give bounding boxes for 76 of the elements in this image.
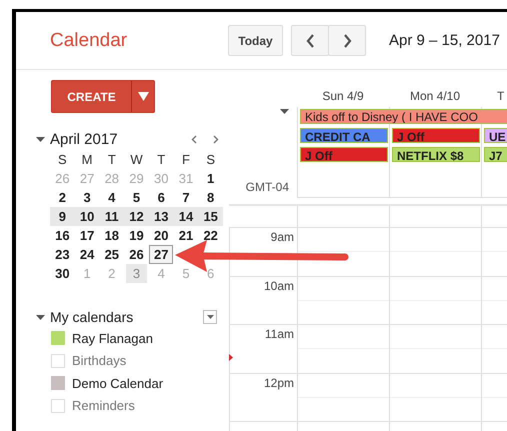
today-date[interactable]: 27	[149, 245, 174, 264]
weekday-label: T	[108, 152, 116, 167]
hour-label: 9am	[270, 230, 294, 244]
caret-down-icon	[206, 315, 214, 319]
event-chip[interactable]: J7	[484, 147, 507, 162]
hour-label: 11am	[264, 327, 294, 341]
date-number[interactable]: 23	[52, 245, 73, 264]
chevron-left-icon	[306, 34, 314, 48]
date-number[interactable]: 18	[102, 226, 122, 245]
create-button[interactable]: CREATE	[51, 80, 132, 113]
today-button[interactable]: Today	[228, 25, 283, 56]
event-chip[interactable]: NETFLIX $8	[392, 147, 480, 162]
date-number[interactable]: 24	[76, 245, 98, 264]
date-number[interactable]: 2	[56, 188, 69, 207]
date-number[interactable]: 30	[52, 264, 73, 283]
section-title[interactable]: My calendars	[50, 309, 134, 325]
date-number[interactable]: 13	[151, 207, 172, 226]
weekday-label: S	[58, 152, 67, 167]
calendar-name[interactable]: Reminders	[72, 398, 135, 414]
previous-button[interactable]	[291, 25, 329, 56]
weekday-label: T	[157, 152, 166, 167]
date-number[interactable]: 15	[200, 207, 221, 226]
date-number[interactable]: 3	[80, 188, 94, 207]
event-chip[interactable]: UE	[484, 128, 507, 143]
date-number[interactable]: 9	[56, 207, 69, 226]
date-number[interactable]: 14	[176, 207, 196, 226]
day-header[interactable]: T	[497, 89, 504, 103]
app-title: Calendar	[50, 30, 128, 50]
create-dropdown-button[interactable]	[132, 80, 155, 113]
date-number[interactable]: 22	[200, 226, 221, 245]
weekday-label: W	[130, 152, 143, 167]
date-number[interactable]: 12	[126, 207, 147, 226]
date-number[interactable]: 19	[126, 226, 147, 245]
caret-down-icon	[138, 92, 148, 101]
date-number[interactable]: 5	[130, 188, 144, 207]
hour-label: 10am	[264, 278, 294, 292]
calendar-checkbox[interactable]	[51, 331, 65, 346]
dropdown-button[interactable]	[203, 310, 217, 324]
date-number[interactable]: 25	[102, 245, 122, 264]
date-number[interactable]: 1	[204, 169, 218, 188]
date-number[interactable]: 4	[105, 188, 118, 207]
weekday-label: S	[206, 152, 215, 167]
calendar-checkbox[interactable]	[51, 376, 65, 390]
hour-label: 12pm	[264, 376, 294, 390]
date-number[interactable]: 16	[52, 226, 73, 245]
date-number[interactable]: 11	[102, 207, 122, 226]
calendar-name[interactable]: Demo Calendar	[72, 376, 164, 391]
weekday-label: M	[82, 152, 92, 167]
chevron-right-icon	[342, 34, 352, 48]
date-number[interactable]: 6	[154, 188, 168, 207]
chevron-left-icon[interactable]	[191, 134, 197, 144]
next-button[interactable]	[328, 25, 366, 56]
caret-down-icon[interactable]	[36, 136, 45, 142]
date-number[interactable]: 17	[76, 226, 98, 245]
caret-down-icon[interactable]	[280, 109, 289, 114]
chevron-right-icon[interactable]	[213, 134, 219, 144]
date-number[interactable]: 20	[151, 226, 172, 245]
calendar-checkbox[interactable]	[51, 398, 65, 413]
time-slot[interactable]	[297, 228, 389, 276]
day-header[interactable]: Mon 4/10	[410, 89, 460, 103]
timezone-label: GMT-04	[246, 180, 289, 194]
date-number[interactable]: 8	[204, 188, 218, 207]
weekday-label: F	[182, 152, 190, 167]
day-header[interactable]: Sun 4/9	[322, 89, 364, 103]
date-number[interactable]: 21	[176, 226, 196, 245]
calendar-checkbox[interactable]	[51, 354, 65, 368]
event-chip[interactable]: CREDIT CA	[300, 128, 388, 143]
date-number[interactable]: 10	[76, 207, 98, 226]
caret-down-icon[interactable]	[36, 312, 45, 322]
calendar-name[interactable]: Birthdays	[72, 353, 126, 368]
date-number[interactable]: 26	[126, 245, 147, 264]
calendar-name[interactable]: Ray Flanagan	[72, 330, 153, 346]
date-range: Apr 9 – 15, 2017	[389, 32, 500, 49]
current-time-marker-icon	[229, 354, 233, 361]
month-title: April 2017	[50, 130, 118, 148]
date-number[interactable]: 7	[179, 188, 193, 207]
